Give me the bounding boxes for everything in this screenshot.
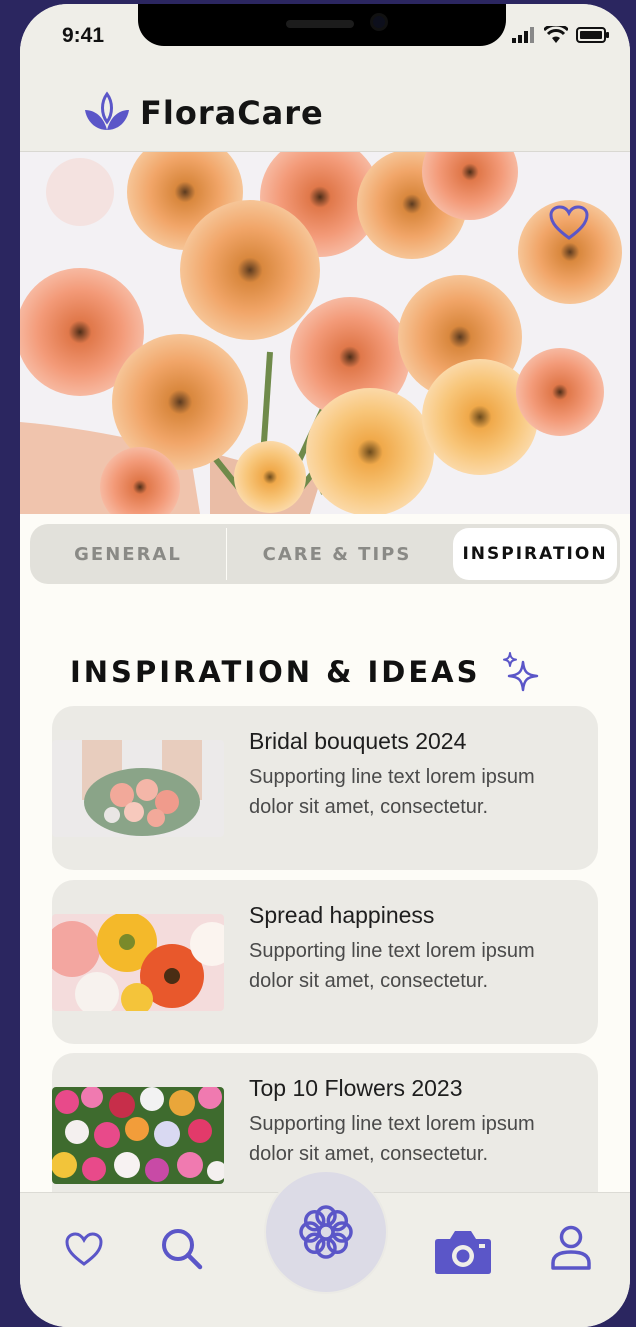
app-logo[interactable]: FloraCare: [82, 90, 324, 136]
flower-button[interactable]: [264, 1170, 388, 1294]
app-header: FloraCare: [20, 76, 630, 152]
camera-icon[interactable]: [434, 1227, 492, 1275]
card-thumbnail: [52, 1087, 224, 1184]
ranunculus-bouquet-photo: [20, 152, 630, 514]
battery-icon: [576, 27, 609, 43]
profile-icon[interactable]: [550, 1225, 592, 1271]
inspiration-card[interactable]: Spread happiness Supporting line text lo…: [52, 880, 598, 1044]
status-time: 9:41: [62, 24, 105, 47]
tab-care-tips[interactable]: CARE & TIPS: [227, 528, 447, 580]
signal-icon: [512, 27, 534, 43]
tab-inspiration[interactable]: INSPIRATION: [453, 528, 617, 580]
sparkle-icon: [502, 652, 538, 692]
card-thumbnail: [52, 740, 224, 837]
card-title: Top 10 Flowers 2023: [249, 1075, 463, 1101]
flower-market-photo: [52, 1087, 224, 1184]
search-icon[interactable]: [160, 1227, 204, 1271]
device-notch: [138, 4, 506, 46]
status-bar: 9:41: [20, 4, 630, 76]
flower-icon: [299, 1205, 353, 1259]
front-camera: [370, 13, 388, 31]
speaker-grille: [286, 20, 354, 28]
colorful-flowers-photo: [52, 914, 224, 1011]
status-icons: [512, 26, 610, 44]
wifi-icon: [544, 26, 568, 43]
tab-general[interactable]: GENERAL: [30, 528, 226, 580]
lotus-icon: [85, 91, 129, 130]
tab-bar: GENERAL CARE & TIPS INSPIRATION: [30, 524, 620, 584]
card-title: Bridal bouquets 2024: [249, 728, 467, 754]
heart-icon[interactable]: [64, 1231, 104, 1267]
phone-frame: 9:41 FloraCare GENERAL CARE & TIPS INSPI…: [14, 0, 636, 1327]
card-subtitle: Supporting line text lorem ipsum dolor s…: [249, 766, 535, 818]
card-title: Spread happiness: [249, 902, 435, 928]
app-name: FloraCare: [140, 94, 324, 132]
section-header: INSPIRATION & IDEAS: [70, 652, 541, 692]
section-title: INSPIRATION & IDEAS: [70, 655, 481, 689]
card-thumbnail: [52, 914, 224, 1011]
card-subtitle: Supporting line text lorem ipsum dolor s…: [249, 940, 535, 992]
bridal-bouquet-photo: [52, 740, 224, 837]
card-subtitle: Supporting line text lorem ipsum dolor s…: [249, 1113, 535, 1165]
favorite-heart-icon[interactable]: [548, 204, 590, 242]
inspiration-card[interactable]: Bridal bouquets 2024 Supporting line tex…: [52, 706, 598, 870]
hero-image: [20, 152, 630, 514]
app-screen: 9:41 FloraCare GENERAL CARE & TIPS INSPI…: [20, 4, 630, 1327]
